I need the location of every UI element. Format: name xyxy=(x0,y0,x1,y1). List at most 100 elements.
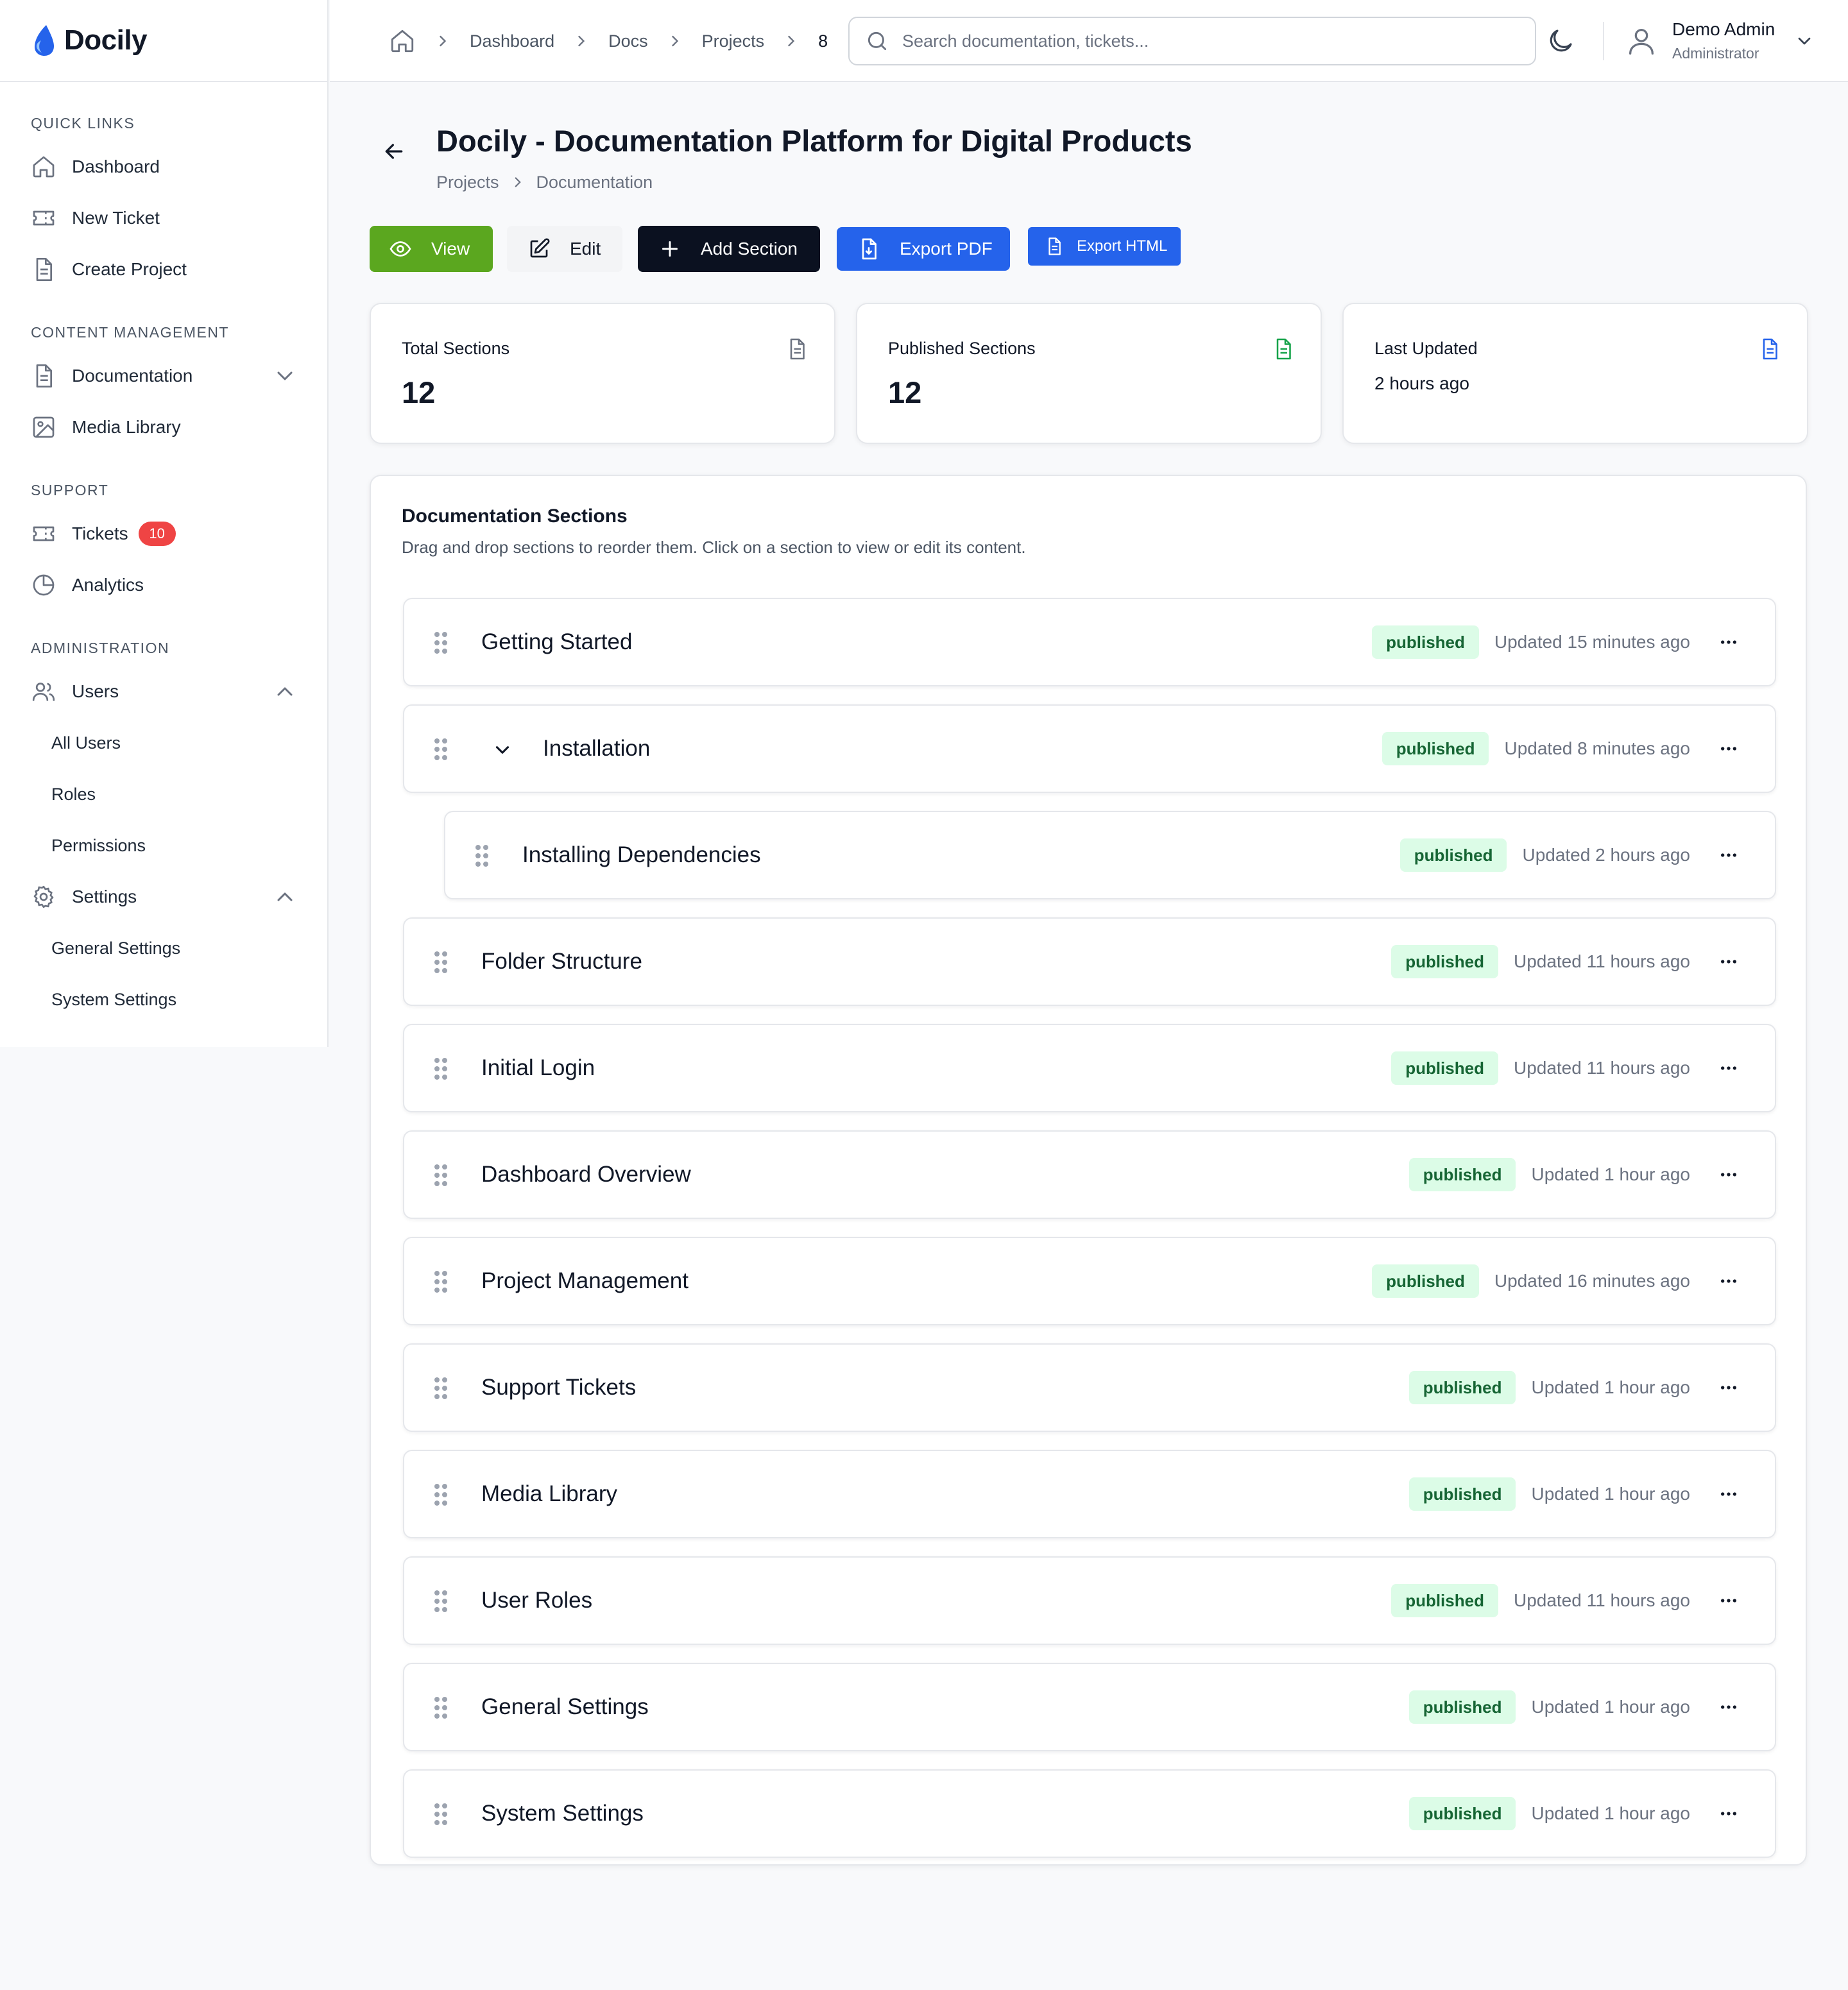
more-options-icon[interactable] xyxy=(1718,1697,1739,1717)
stat-value: 12 xyxy=(888,375,922,409)
sidebar-item-settings[interactable]: Settings xyxy=(0,871,327,923)
stat-label: Last Updated xyxy=(1374,339,1478,358)
drag-handle-icon[interactable] xyxy=(434,1696,448,1719)
drag-handle-icon[interactable] xyxy=(434,951,448,974)
sidebar-item-users[interactable]: Users xyxy=(0,666,327,717)
drag-handle-icon[interactable] xyxy=(434,631,448,654)
more-options-icon[interactable] xyxy=(1718,632,1739,652)
edit-button[interactable]: Edit xyxy=(507,226,622,272)
section-title[interactable]: Folder Structure xyxy=(481,919,642,1005)
status-badge: published xyxy=(1391,1051,1498,1085)
nav-group-quick-links: QUICK LINKS Dashboard New Ticket Create … xyxy=(0,112,327,295)
section-meta: published Updated 16 minutes ago xyxy=(1372,1238,1739,1324)
page-breadcrumb-projects[interactable]: Projects xyxy=(436,173,499,192)
more-options-icon[interactable] xyxy=(1718,1058,1739,1078)
section-title[interactable]: Getting Started xyxy=(481,599,632,685)
section-title[interactable]: Installing Dependencies xyxy=(522,812,761,898)
section-title[interactable]: Installation xyxy=(543,706,650,792)
section-row[interactable]: System Settings published Updated 1 hour a… xyxy=(403,1769,1776,1858)
section-row[interactable]: Dashboard Overview published Updated 1 hou… xyxy=(403,1130,1776,1219)
search-input[interactable] xyxy=(902,31,1518,51)
section-row[interactable]: Folder Structure published Updated 11 hour… xyxy=(403,917,1776,1006)
drag-handle-icon[interactable] xyxy=(434,1483,448,1506)
logo[interactable]: Docily xyxy=(0,0,327,82)
updated-timestamp: Updated 1 hour ago xyxy=(1531,1377,1690,1397)
sidebar-item-tickets[interactable]: Tickets 10 xyxy=(0,508,327,559)
section-row[interactable]: User Roles published Updated 11 hours ago xyxy=(403,1556,1776,1645)
home-icon[interactable] xyxy=(389,28,416,55)
sidebar-item-label: Create Project xyxy=(72,259,187,279)
page-breadcrumb: Projects Documentation xyxy=(436,171,653,194)
export-html-button[interactable]: Export HTML xyxy=(1028,227,1181,266)
chevron-up-icon[interactable] xyxy=(272,679,298,704)
search-box[interactable] xyxy=(848,17,1536,65)
sidebar-subitem-permissions[interactable]: Permissions xyxy=(0,820,327,871)
drag-handle-icon[interactable] xyxy=(434,1164,448,1187)
export-pdf-button[interactable]: Export PDF xyxy=(837,227,1010,271)
sidebar-subitem-roles[interactable]: Roles xyxy=(0,769,327,820)
more-options-icon[interactable] xyxy=(1718,738,1739,759)
view-button[interactable]: View xyxy=(370,226,493,272)
sidebar-item-documentation[interactable]: Documentation xyxy=(0,350,327,402)
sidebar-subitem-general-settings[interactable]: General Settings xyxy=(0,923,327,974)
more-options-icon[interactable] xyxy=(1718,1484,1739,1504)
user-name[interactable]: Demo Admin xyxy=(1672,19,1775,40)
drag-handle-icon[interactable] xyxy=(434,1590,448,1613)
sidebar-item-label: Users xyxy=(72,681,119,701)
status-badge: published xyxy=(1408,1690,1516,1724)
chevron-down-icon[interactable] xyxy=(272,363,298,389)
drag-handle-icon[interactable] xyxy=(434,1270,448,1293)
section-row[interactable]: Getting Started published Updated 15 minut… xyxy=(403,598,1776,686)
section-row[interactable]: Installing Dependencies published Updated … xyxy=(444,811,1776,899)
drag-handle-icon[interactable] xyxy=(434,1377,448,1400)
section-row[interactable]: General Settings published Updated 1 hour … xyxy=(403,1663,1776,1751)
more-options-icon[interactable] xyxy=(1718,1377,1739,1398)
breadcrumb-docs[interactable]: Docs xyxy=(608,31,648,51)
more-options-icon[interactable] xyxy=(1718,1803,1739,1824)
document-check-icon xyxy=(1272,337,1295,361)
sidebar-item-create-project[interactable]: Create Project xyxy=(0,244,327,295)
section-meta: published Updated 2 hours ago xyxy=(1399,812,1739,898)
users-icon xyxy=(31,679,56,704)
section-title[interactable]: Initial Login xyxy=(481,1025,595,1111)
more-options-icon[interactable] xyxy=(1718,1271,1739,1291)
sidebar-subitem-all-users[interactable]: All Users xyxy=(0,717,327,769)
chevron-up-icon[interactable] xyxy=(272,884,298,910)
sidebar-item-analytics[interactable]: Analytics xyxy=(0,559,327,611)
chevron-right-icon xyxy=(782,32,800,50)
breadcrumb-dashboard[interactable]: Dashboard xyxy=(470,31,554,51)
sidebar-subitem-system-settings[interactable]: System Settings xyxy=(0,974,327,1025)
section-title[interactable]: General Settings xyxy=(481,1664,649,1750)
section-row[interactable]: Installation published Updated 8 minutes a… xyxy=(403,704,1776,793)
breadcrumb-projects[interactable]: Projects xyxy=(702,31,765,51)
drag-handle-icon[interactable] xyxy=(434,1057,448,1080)
section-row[interactable]: Support Tickets published Updated 1 hour a… xyxy=(403,1343,1776,1432)
chevron-down-icon[interactable] xyxy=(1794,31,1815,51)
section-title[interactable]: Support Tickets xyxy=(481,1345,636,1431)
add-section-button[interactable]: Add Section xyxy=(638,226,820,272)
arrow-left-icon[interactable] xyxy=(381,139,407,164)
section-row[interactable]: Initial Login published Updated 11 hours a… xyxy=(403,1024,1776,1112)
section-title[interactable]: System Settings xyxy=(481,1771,644,1857)
chevron-down-icon[interactable] xyxy=(492,739,513,761)
more-options-icon[interactable] xyxy=(1718,1164,1739,1185)
section-title[interactable]: Media Library xyxy=(481,1451,617,1537)
more-options-icon[interactable] xyxy=(1718,1590,1739,1611)
section-row[interactable]: Media Library published Updated 1 hour ago xyxy=(403,1450,1776,1538)
sidebar-item-dashboard[interactable]: Dashboard xyxy=(0,141,327,192)
status-badge: published xyxy=(1372,625,1479,659)
user-avatar-icon[interactable] xyxy=(1625,24,1658,58)
drag-handle-icon[interactable] xyxy=(434,738,448,761)
drag-handle-icon[interactable] xyxy=(434,1803,448,1826)
section-title[interactable]: Project Management xyxy=(481,1238,689,1324)
breadcrumb-current: 8 xyxy=(818,31,828,51)
more-options-icon[interactable] xyxy=(1718,951,1739,972)
section-row[interactable]: Project Management published Updated 16 mi… xyxy=(403,1237,1776,1325)
more-options-icon[interactable] xyxy=(1718,845,1739,865)
section-title[interactable]: User Roles xyxy=(481,1558,592,1644)
drag-handle-icon[interactable] xyxy=(475,844,489,867)
section-title[interactable]: Dashboard Overview xyxy=(481,1132,691,1218)
sidebar-item-media-library[interactable]: Media Library xyxy=(0,402,327,453)
sidebar-item-new-ticket[interactable]: New Ticket xyxy=(0,192,327,244)
moon-icon[interactable] xyxy=(1545,26,1576,56)
